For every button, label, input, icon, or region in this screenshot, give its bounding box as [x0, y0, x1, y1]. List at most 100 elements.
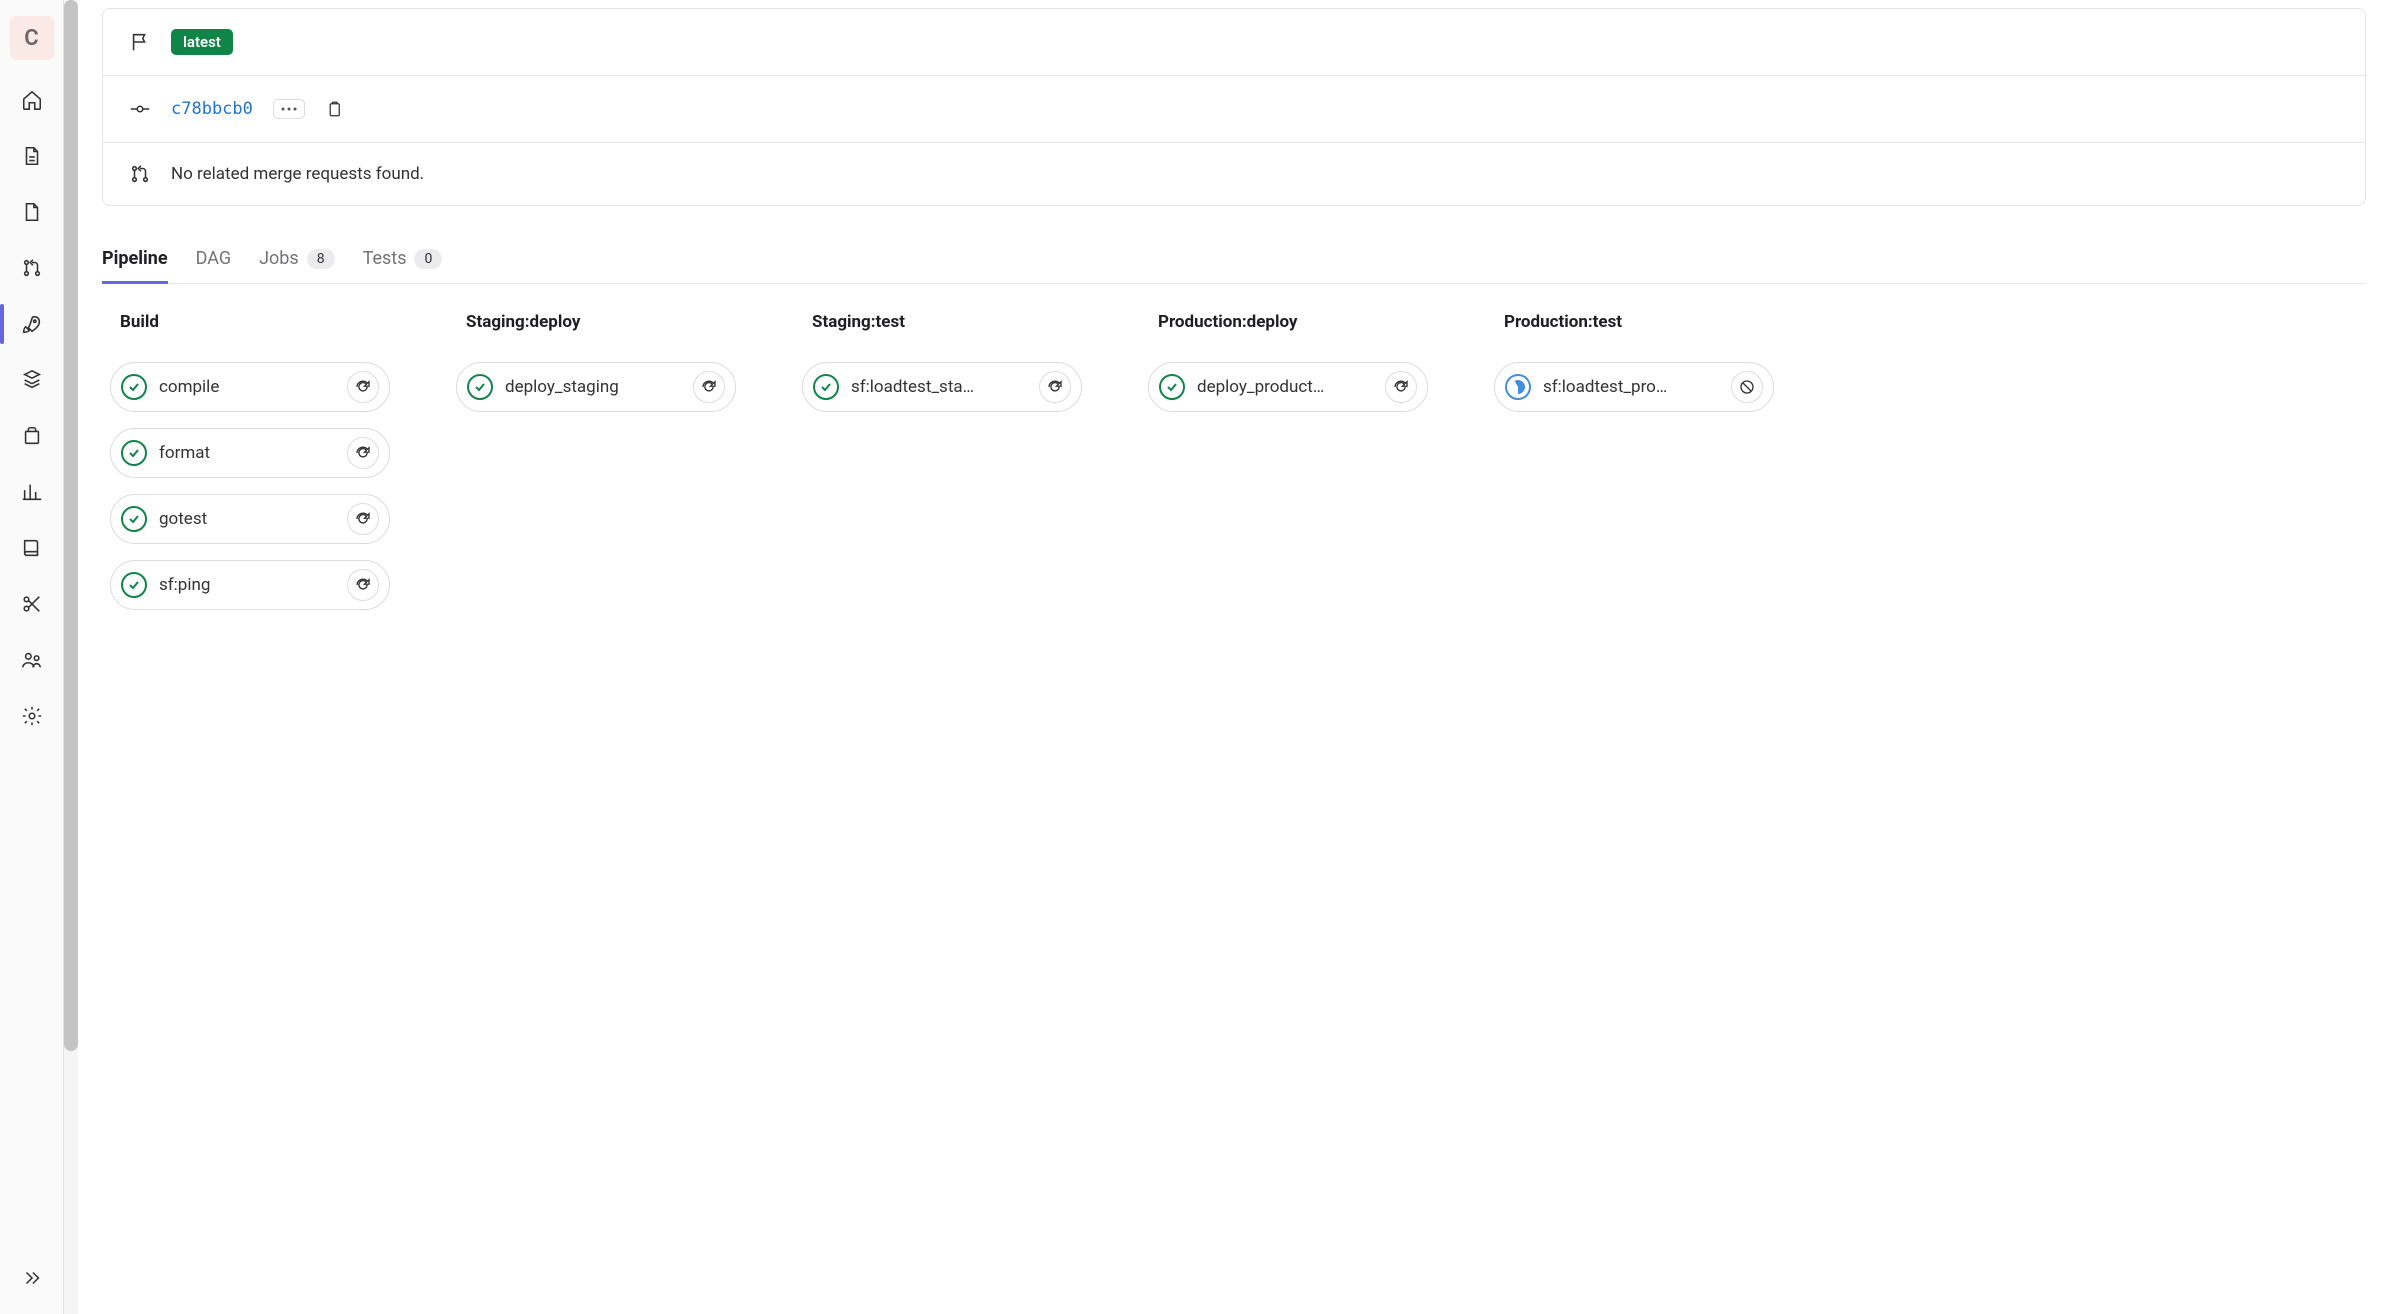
deployments-icon	[21, 369, 43, 391]
sidebar-item-cicd[interactable]	[8, 300, 56, 348]
tab-jobs[interactable]: Jobs 8	[259, 238, 334, 283]
status-passed-icon	[467, 374, 493, 400]
stage-build: Build compile format gotest sf:ping	[110, 312, 390, 610]
rocket-icon	[21, 313, 43, 335]
stage-staging-deploy: Staging:deploy deploy_staging	[456, 312, 736, 412]
stage-production-test: Production:test sf:loadtest_pro…	[1494, 312, 1774, 412]
job-deploy-production[interactable]: deploy_product…	[1148, 362, 1428, 412]
tab-count: 0	[414, 249, 442, 269]
stage-title: Production:deploy	[1148, 312, 1428, 332]
commit-icon	[129, 98, 151, 120]
sidebar-item-deployments[interactable]	[8, 356, 56, 404]
job-sfping[interactable]: sf:ping	[110, 560, 390, 610]
stage-title: Production:test	[1494, 312, 1774, 332]
job-gotest[interactable]: gotest	[110, 494, 390, 544]
retry-button[interactable]	[1039, 371, 1071, 403]
job-name: compile	[159, 377, 335, 397]
sidebar: C	[0, 0, 64, 1314]
book-icon	[21, 537, 43, 559]
ellipsis-icon	[280, 104, 298, 114]
job-name: deploy_staging	[505, 377, 681, 397]
sidebar-item-settings[interactable]	[8, 692, 56, 740]
chevron-double-right-icon	[21, 1267, 43, 1289]
sidebar-item-packages[interactable]	[8, 412, 56, 460]
job-name: sf:ping	[159, 575, 335, 595]
status-passed-icon	[121, 572, 147, 598]
cancel-icon	[1738, 378, 1756, 396]
retry-button[interactable]	[693, 371, 725, 403]
job-compile[interactable]: compile	[110, 362, 390, 412]
members-icon	[21, 649, 43, 671]
main-content: latest c78bbcb0 No related merge request…	[78, 0, 2390, 1314]
job-sf-loadtest-staging[interactable]: sf:loadtest_sta…	[802, 362, 1082, 412]
sidebar-item-monitor[interactable]	[8, 468, 56, 516]
retry-icon	[354, 510, 372, 528]
stage-production-deploy: Production:deploy deploy_product…	[1148, 312, 1428, 412]
job-name: deploy_product…	[1197, 377, 1373, 397]
package-icon	[21, 425, 43, 447]
sidebar-item-members[interactable]	[8, 636, 56, 684]
stage-title: Staging:deploy	[456, 312, 736, 332]
retry-button[interactable]	[347, 569, 379, 601]
mr-row: No related merge requests found.	[103, 143, 2365, 205]
retry-icon	[1046, 378, 1064, 396]
retry-icon	[354, 576, 372, 594]
copy-sha-button[interactable]	[325, 96, 343, 122]
status-passed-icon	[1159, 374, 1185, 400]
project-avatar[interactable]: C	[10, 16, 54, 60]
retry-icon	[700, 378, 718, 396]
sidebar-item-merge-requests[interactable]	[8, 244, 56, 292]
sidebar-item-home[interactable]	[8, 76, 56, 124]
sidebar-expand-button[interactable]	[8, 1254, 56, 1302]
tab-tests[interactable]: Tests0	[363, 238, 443, 283]
status-passed-icon	[121, 506, 147, 532]
status-running-icon	[1505, 374, 1531, 400]
flag-icon	[129, 31, 151, 53]
sidebar-item-wiki[interactable]	[8, 524, 56, 572]
bar-chart-icon	[21, 481, 43, 503]
job-format[interactable]: format	[110, 428, 390, 478]
merge-request-small-icon	[129, 163, 151, 185]
job-name: gotest	[159, 509, 335, 529]
clipboard-icon	[325, 100, 343, 118]
gear-icon	[21, 705, 43, 727]
home-icon	[21, 89, 43, 111]
tab-pipeline[interactable]: Pipeline	[102, 238, 168, 283]
main-scrollbar[interactable]	[64, 0, 78, 1314]
retry-icon	[354, 444, 372, 462]
retry-icon	[354, 378, 372, 396]
merge-request-icon	[21, 257, 43, 279]
sidebar-item-issues[interactable]	[8, 188, 56, 236]
scrollbar-thumb[interactable]	[64, 0, 78, 1051]
job-sf-loadtest-production[interactable]: sf:loadtest_pro…	[1494, 362, 1774, 412]
retry-button[interactable]	[347, 371, 379, 403]
stage-title: Staging:test	[802, 312, 1082, 332]
status-passed-icon	[121, 374, 147, 400]
pipeline-summary-card: latest c78bbcb0 No related merge request…	[102, 8, 2366, 206]
no-mr-text: No related merge requests found.	[171, 164, 424, 184]
cancel-button[interactable]	[1731, 371, 1763, 403]
tab-dag[interactable]: DAG	[196, 238, 232, 283]
sidebar-item-repository[interactable]	[8, 132, 56, 180]
commit-sha-link[interactable]: c78bbcb0	[171, 99, 253, 119]
latest-row: latest	[103, 9, 2365, 76]
commit-more-button[interactable]	[273, 99, 305, 119]
job-name: sf:loadtest_sta…	[851, 377, 1027, 397]
retry-button[interactable]	[1385, 371, 1417, 403]
sidebar-item-snippets[interactable]	[8, 580, 56, 628]
tab-count: 8	[307, 249, 335, 269]
retry-button[interactable]	[347, 437, 379, 469]
latest-badge: latest	[171, 29, 233, 55]
job-deploy-staging[interactable]: deploy_staging	[456, 362, 736, 412]
tab-label: Jobs	[259, 248, 299, 269]
tab-label: DAG	[196, 248, 232, 269]
scissors-icon	[21, 593, 43, 615]
retry-icon	[1392, 378, 1410, 396]
commit-row: c78bbcb0	[103, 76, 2365, 143]
stage-staging-test: Staging:test sf:loadtest_sta…	[802, 312, 1082, 412]
status-passed-icon	[121, 440, 147, 466]
job-name: sf:loadtest_pro…	[1543, 377, 1719, 397]
file-alt-icon	[21, 201, 43, 223]
retry-button[interactable]	[347, 503, 379, 535]
tab-label: Pipeline	[102, 248, 168, 269]
